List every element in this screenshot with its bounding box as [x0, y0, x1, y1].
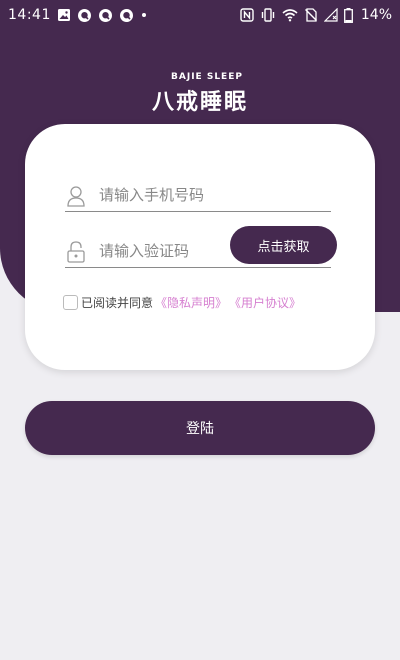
- vibrate-icon: [260, 8, 276, 22]
- user-agreement-link[interactable]: 《用户协议》: [229, 294, 301, 311]
- dot-icon: [140, 11, 148, 19]
- agreement-row: 已阅读并同意 《隐私声明》 《用户协议》: [63, 294, 301, 311]
- wifi-icon: [282, 8, 298, 22]
- login-card: 点击获取 已阅读并同意 《隐私声明》 《用户协议》: [25, 124, 375, 370]
- no-sim-icon: [304, 8, 318, 22]
- signal-icon: [323, 8, 338, 22]
- app-logo: BAJIE SLEEP 八戒睡眠: [0, 64, 400, 116]
- q-icon: [77, 8, 92, 23]
- agreement-checkbox[interactable]: [63, 295, 78, 310]
- q-icon: [98, 8, 113, 23]
- logo-english: BAJIE SLEEP: [171, 72, 243, 82]
- status-bar: 14:41 14%: [0, 0, 400, 30]
- user-icon: [65, 184, 87, 208]
- battery-icon: [343, 7, 353, 23]
- battery-percent: 14%: [360, 7, 392, 23]
- logo-chinese: 八戒睡眠: [151, 90, 248, 115]
- lock-icon: [65, 240, 87, 264]
- agreement-text: 已阅读并同意: [81, 296, 154, 310]
- gallery-icon: [57, 8, 71, 22]
- nfc-icon: [240, 8, 254, 22]
- status-time: 14:41: [8, 7, 51, 23]
- status-left: 14:41: [8, 7, 148, 23]
- login-button[interactable]: 登陆: [25, 401, 375, 455]
- q-icon: [119, 8, 134, 23]
- phone-input[interactable]: [99, 182, 329, 208]
- privacy-policy-link[interactable]: 《隐私声明》: [155, 294, 227, 311]
- phone-field: [65, 178, 331, 212]
- get-code-button[interactable]: 点击获取: [230, 226, 337, 264]
- status-right: 14%: [240, 7, 392, 23]
